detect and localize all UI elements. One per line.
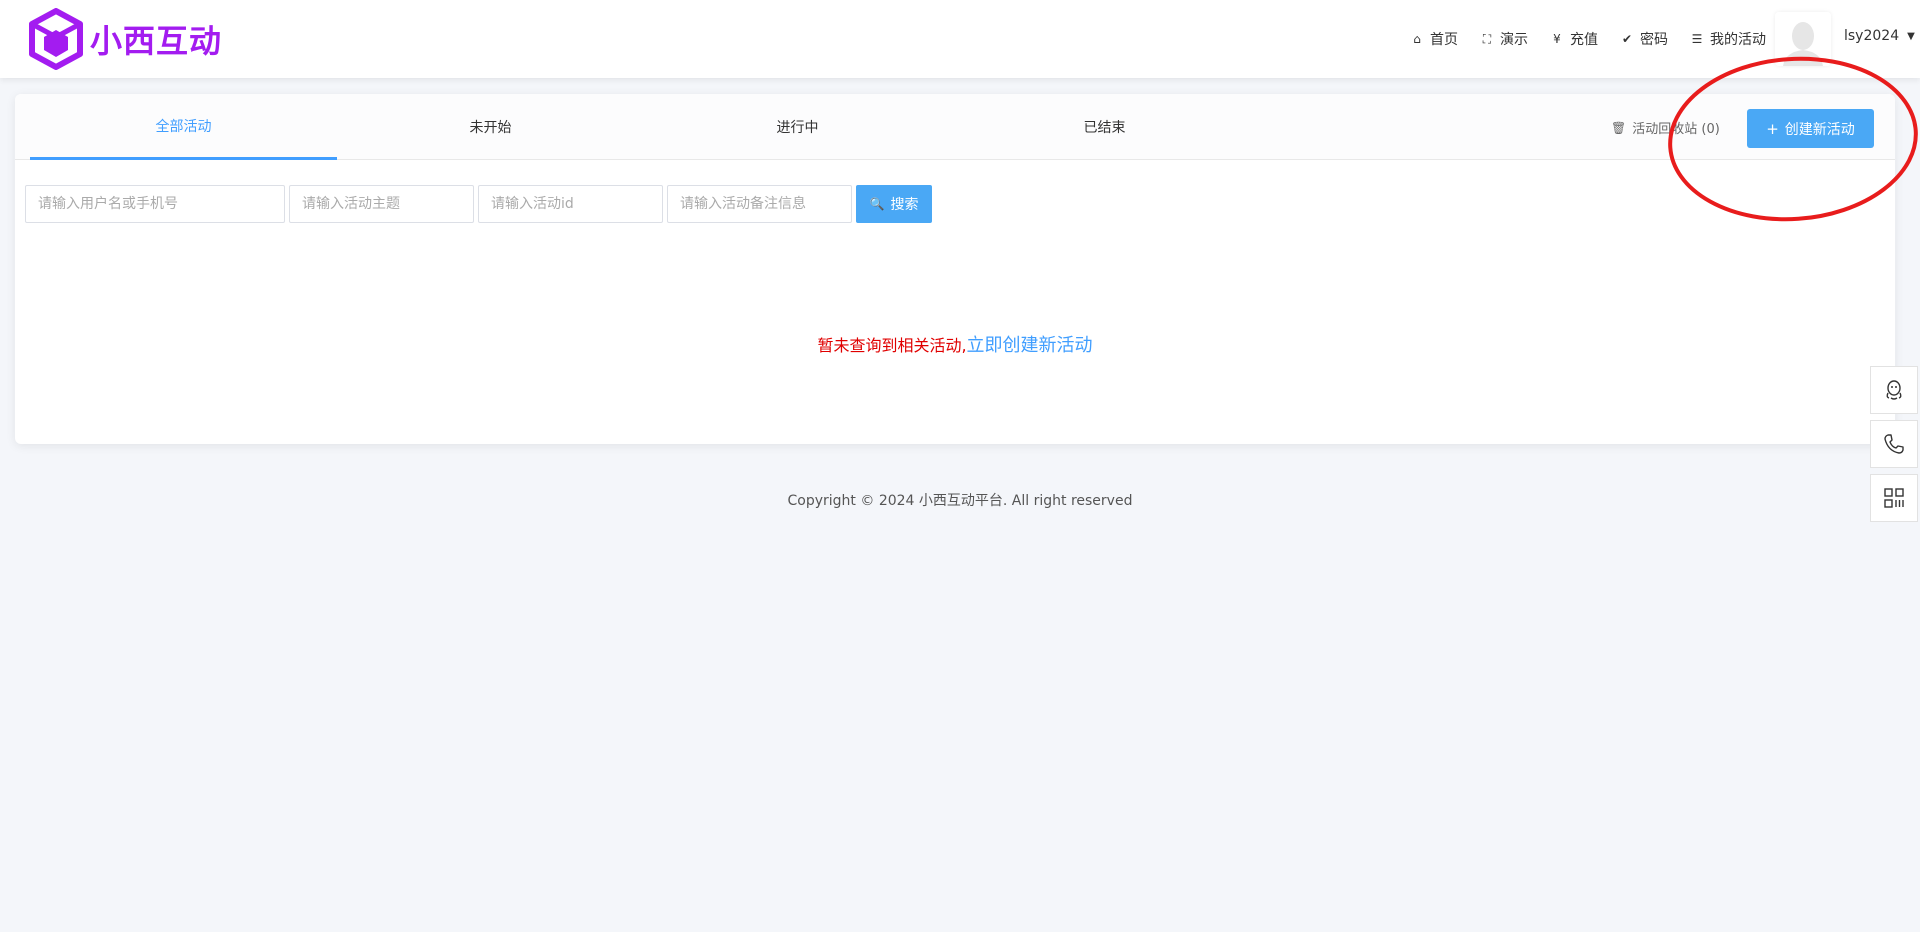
trash-icon: 🗑: [1611, 120, 1627, 135]
tab-in-progress[interactable]: 进行中: [644, 94, 951, 160]
qq-contact-button[interactable]: [1870, 366, 1918, 414]
nav-recharge-label: 充值: [1570, 32, 1598, 48]
expand-icon: ⛶: [1482, 31, 1492, 46]
qrcode-button[interactable]: [1870, 474, 1918, 522]
phone-icon: [1884, 434, 1904, 454]
avatar[interactable]: [1775, 12, 1831, 66]
user-menu[interactable]: lsy2024 ▼: [1844, 28, 1915, 44]
empty-state: 暂未查询到相关活动, 立即创建新活动: [37, 259, 1873, 429]
nav-demo[interactable]: ⛶ 演示: [1480, 29, 1528, 49]
search-bar: 🔍 搜索: [25, 185, 932, 223]
search-button[interactable]: 🔍 搜索: [856, 185, 932, 223]
nav-recharge[interactable]: ¥ 充值: [1550, 29, 1598, 49]
activity-note-input[interactable]: [667, 185, 852, 223]
create-activity-label: 创建新活动: [1784, 121, 1855, 138]
nav-my-activities[interactable]: ☰ 我的活动: [1690, 29, 1766, 49]
nav-password-label: 密码: [1640, 32, 1668, 48]
username-phone-input[interactable]: [25, 185, 285, 223]
logo[interactable]: 小西互动: [28, 8, 222, 70]
activity-id-input[interactable]: [478, 185, 663, 223]
phone-contact-button[interactable]: [1870, 420, 1918, 468]
nav-my-activities-label: 我的活动: [1710, 32, 1766, 48]
nav-home[interactable]: ⌂ 首页: [1410, 29, 1458, 49]
user-silhouette-icon: [1775, 12, 1831, 66]
search-icon: 🔍: [869, 197, 885, 211]
tab-not-started[interactable]: 未开始: [337, 94, 644, 160]
top-nav: ⌂ 首页 ⛶ 演示 ¥ 充值 ✔ 密码 ☰ 我的活动: [1410, 28, 1788, 50]
activity-card: 全部活动 未开始 进行中 已结束 🗑 活动回收站 (0) + 创建新活动 🔍 搜…: [15, 94, 1895, 444]
username: lsy2024: [1844, 28, 1900, 44]
check-circle-icon: ✔: [1621, 32, 1633, 46]
qq-penguin-icon: [1886, 380, 1902, 400]
nav-demo-label: 演示: [1500, 32, 1528, 48]
logo-text: 小西互动: [90, 22, 223, 60]
activity-tabs: 全部活动 未开始 进行中 已结束 🗑 活动回收站 (0) + 创建新活动: [15, 94, 1895, 160]
side-float-toolbar: [1870, 366, 1918, 528]
create-activity-button[interactable]: + 创建新活动: [1747, 109, 1874, 148]
plus-icon: +: [1766, 119, 1779, 138]
footer-copyright: Copyright © 2024 小西互动平台. All right reser…: [787, 493, 1133, 509]
home-icon: ⌂: [1413, 32, 1421, 46]
yen-icon: ¥: [1553, 32, 1561, 46]
activity-subject-input[interactable]: [289, 185, 474, 223]
qrcode-icon: [1884, 488, 1904, 508]
top-header: 小西互动 ⌂ 首页 ⛶ 演示 ¥ 充值 ✔ 密码 ☰ 我的活动 lsy2024 …: [0, 0, 1920, 78]
nav-password[interactable]: ✔ 密码: [1620, 29, 1668, 49]
recycle-bin-link[interactable]: 🗑 活动回收站 (0): [1611, 118, 1720, 138]
list-icon: ☰: [1691, 32, 1703, 46]
create-activity-link[interactable]: 立即创建新活动: [967, 331, 1093, 357]
recycle-bin-label: 活动回收站 (0): [1632, 122, 1720, 137]
logo-cube-icon: [29, 8, 83, 70]
empty-message: 暂未查询到相关活动,: [817, 336, 967, 355]
tab-ended[interactable]: 已结束: [951, 94, 1258, 160]
tab-all-activities[interactable]: 全部活动: [30, 94, 337, 160]
nav-home-label: 首页: [1430, 32, 1458, 48]
caret-down-icon: ▼: [1907, 30, 1915, 42]
search-button-label: 搜索: [890, 197, 919, 213]
